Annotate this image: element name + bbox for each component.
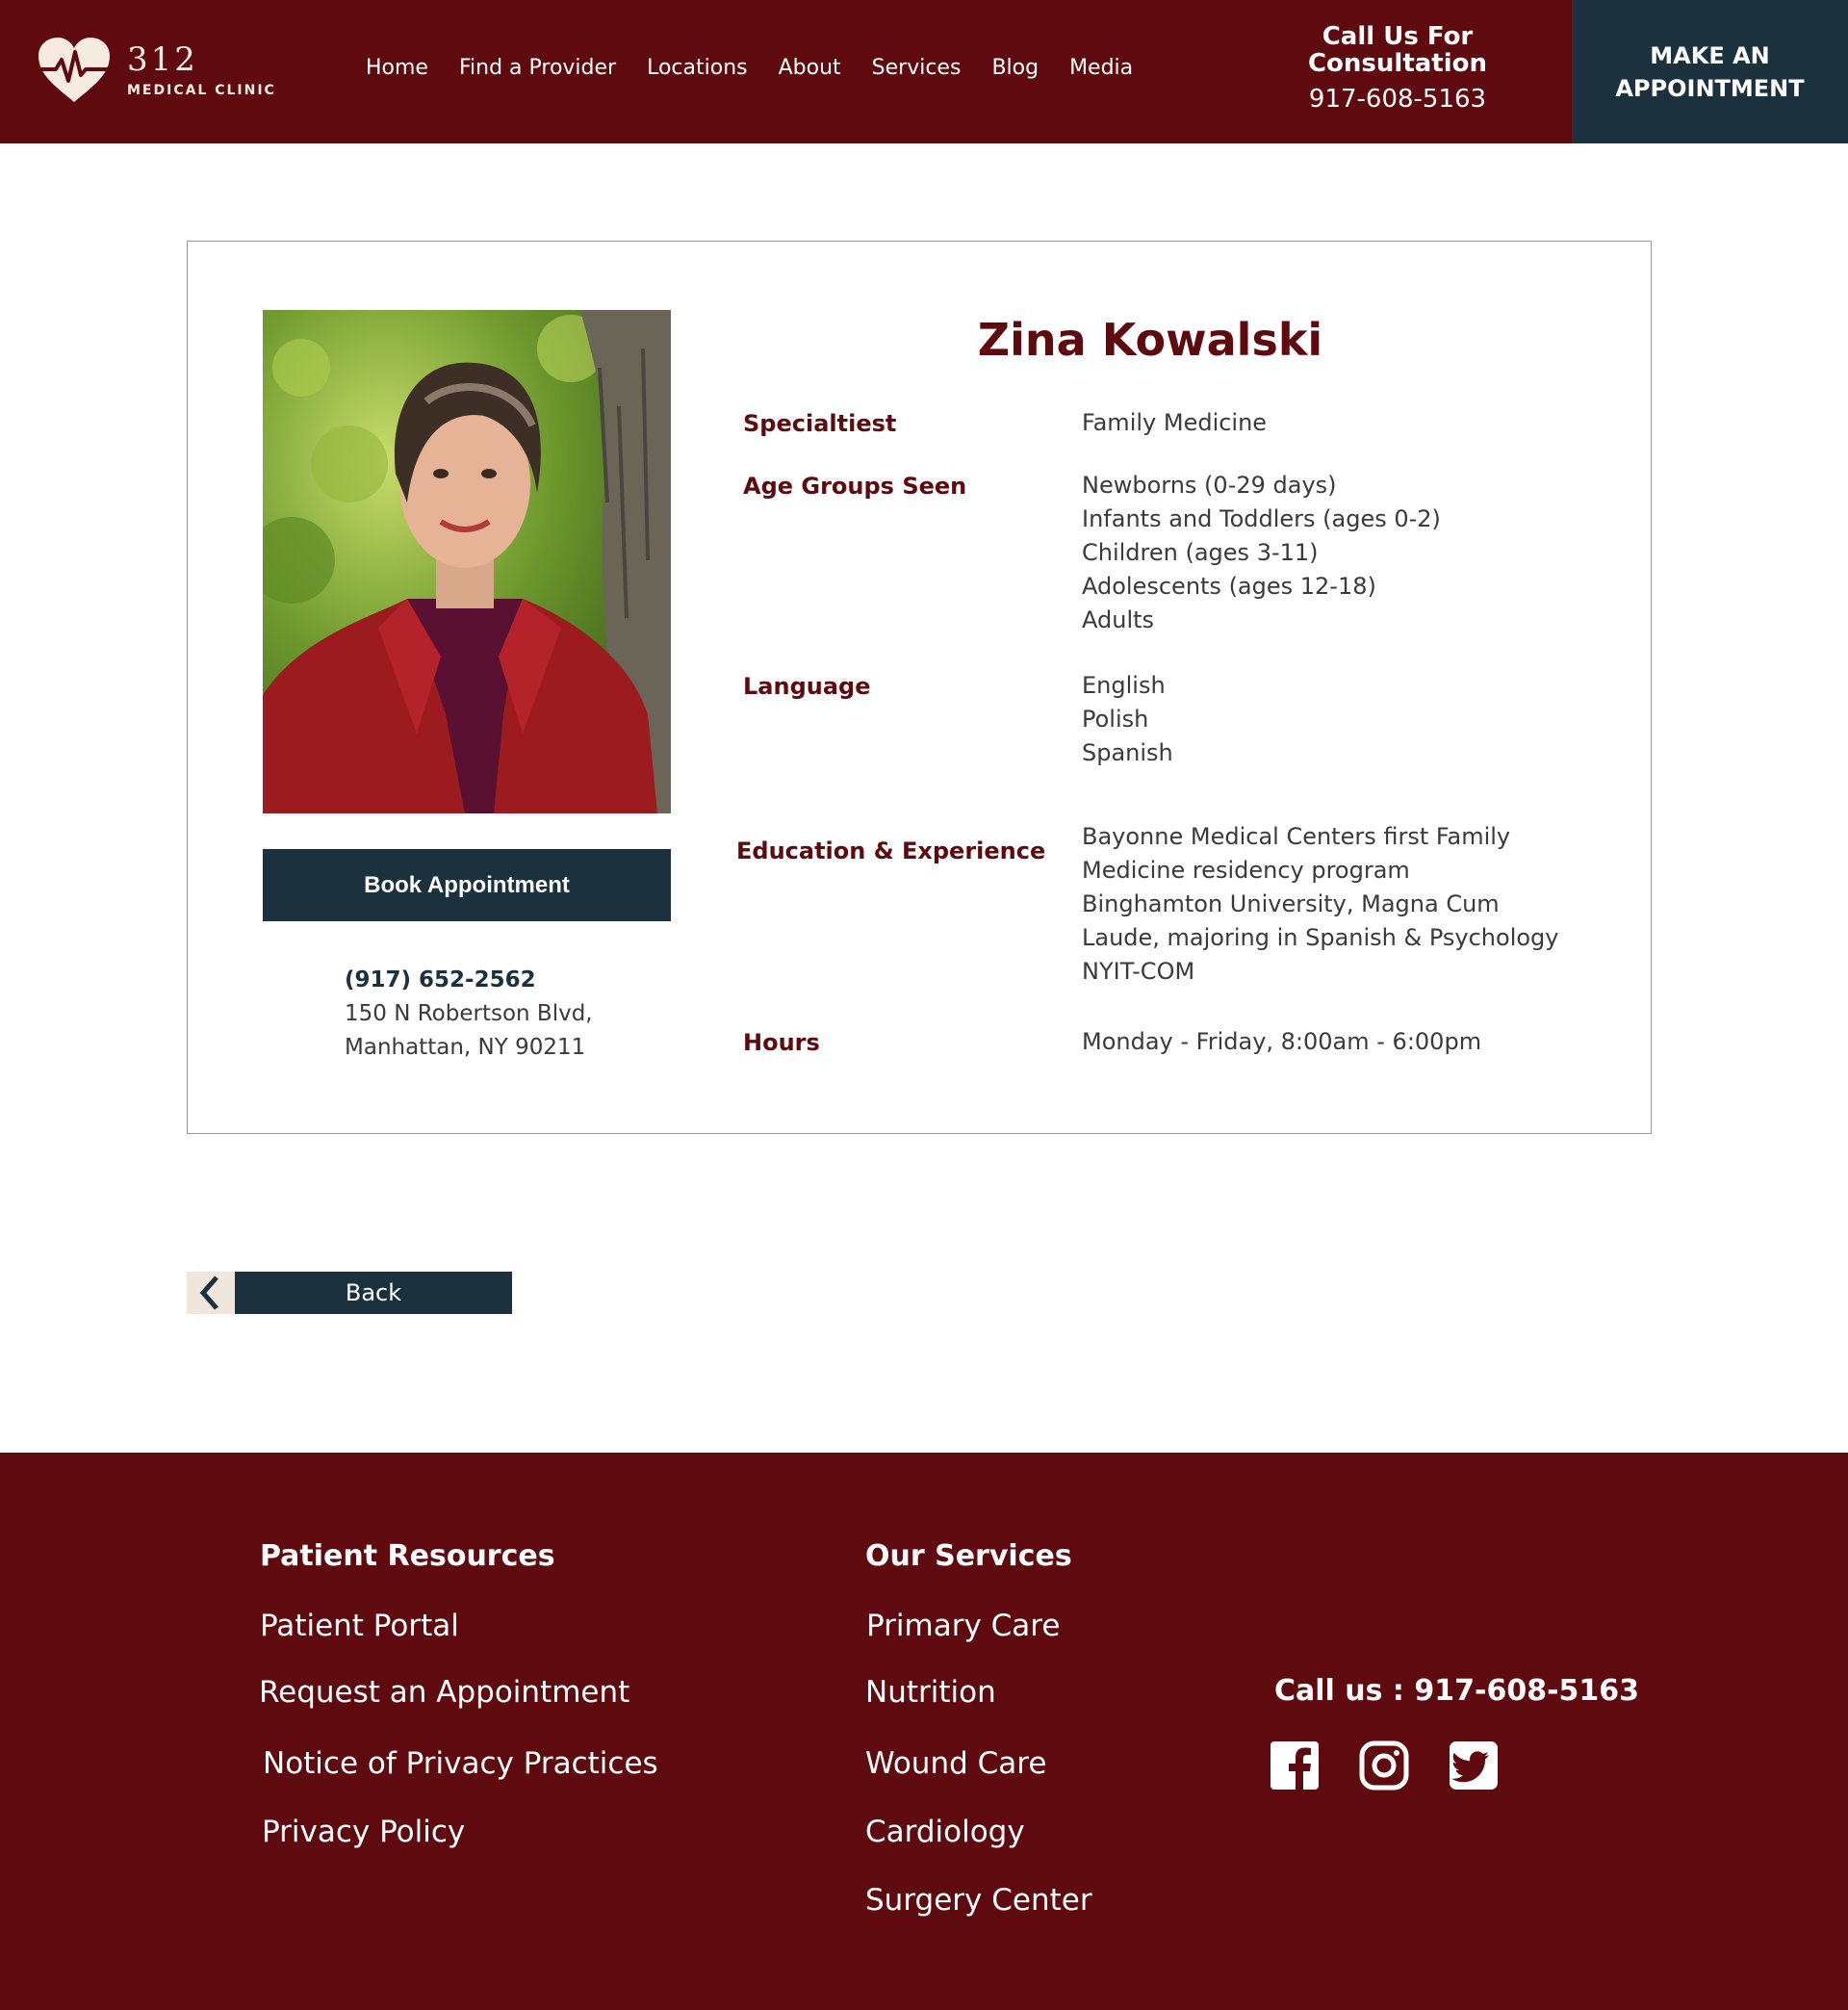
site-footer: Patient Resources Patient Portal Request…: [0, 1453, 1848, 2010]
provider-contact: (917) 652-2562 150 N Robertson Blvd, Man…: [345, 964, 593, 1065]
our-services-title: Our Services: [865, 1539, 1072, 1573]
age-group-item: Infants and Toddlers (ages 0-2): [1082, 505, 1441, 532]
hours-value: Monday - Friday, 8:00am - 6:00pm: [1082, 1025, 1481, 1059]
footer-link-wound-care[interactable]: Wound Care: [865, 1746, 1046, 1781]
provider-name: Zina Kowalski: [977, 314, 1323, 366]
language-item: Polish: [1082, 706, 1149, 733]
footer-link-request-appointment[interactable]: Request an Appointment: [259, 1675, 629, 1710]
nav-home[interactable]: Home: [366, 56, 428, 80]
education-label: Education & Experience: [736, 838, 1046, 864]
clinic-logo[interactable]: 312 MEDICAL CLINIC: [37, 37, 276, 104]
instagram-icon[interactable]: [1359, 1740, 1409, 1791]
book-appointment-button[interactable]: Book Appointment: [263, 849, 671, 921]
call-phone[interactable]: 917-608-5163: [1251, 85, 1544, 114]
language-item: Spanish: [1082, 739, 1173, 766]
provider-phone[interactable]: (917) 652-2562: [345, 964, 593, 997]
education-line: Medicine residency program: [1082, 857, 1410, 884]
nav-find-provider[interactable]: Find a Provider: [459, 56, 616, 80]
appointment-line-2: APPOINTMENT: [1615, 74, 1805, 102]
footer-call[interactable]: Call us : 917-608-5163: [1274, 1674, 1639, 1708]
footer-link-patient-portal[interactable]: Patient Portal: [260, 1609, 459, 1643]
education-line: Bayonne Medical Centers first Family: [1082, 823, 1511, 850]
address-line-1: 150 N Robertson Blvd,: [345, 1001, 593, 1026]
footer-link-privacy-practices[interactable]: Notice of Privacy Practices: [263, 1746, 658, 1781]
education-line: Binghamton University, Magna Cum: [1082, 890, 1500, 917]
nav-locations[interactable]: Locations: [647, 56, 748, 80]
age-group-item: Children (ages 3-11): [1082, 539, 1319, 566]
call-title-line-2: Consultation: [1307, 49, 1488, 78]
patient-resources-title: Patient Resources: [260, 1539, 555, 1573]
nav-blog[interactable]: Blog: [991, 56, 1039, 80]
hours-label: Hours: [743, 1029, 820, 1056]
age-group-item: Adolescents (ages 12-18): [1082, 573, 1376, 600]
provider-photo: [263, 310, 671, 813]
footer-link-surgery-center[interactable]: Surgery Center: [865, 1883, 1092, 1918]
education-line: Laude, majoring in Spanish & Psychology: [1082, 924, 1559, 951]
language-item: English: [1082, 672, 1166, 699]
footer-link-cardiology[interactable]: Cardiology: [865, 1815, 1025, 1849]
heart-pulse-logo-icon: [38, 38, 110, 102]
footer-link-nutrition[interactable]: Nutrition: [865, 1675, 996, 1710]
logo-subtitle: MEDICAL CLINIC: [127, 83, 276, 98]
logo-number: 312: [127, 40, 198, 79]
hours-text: Monday - Friday, 8:00am - 6:00pm: [1082, 1028, 1482, 1055]
address-line-2: Manhattan, NY 90211: [345, 1035, 586, 1060]
specialty-label: Specialtiest: [743, 410, 897, 437]
back-button[interactable]: Back: [187, 1272, 512, 1314]
main-nav: Home Find a Provider Locations About Ser…: [366, 56, 1164, 80]
language-label: Language: [743, 673, 871, 700]
nav-media[interactable]: Media: [1069, 56, 1133, 80]
appointment-line-1: MAKE AN: [1650, 41, 1770, 69]
call-title-line-1: Call Us For: [1322, 22, 1474, 51]
education-line: NYIT-COM: [1082, 958, 1195, 985]
consultation-call: Call Us For Consultation 917-608-5163: [1251, 23, 1544, 114]
make-appointment-button[interactable]: MAKE AN APPOINTMENT: [1572, 0, 1848, 143]
specialty-text: Family Medicine: [1082, 409, 1268, 436]
age-groups-list: Newborns (0-29 days) Infants and Toddler…: [1082, 469, 1441, 637]
age-groups-label: Age Groups Seen: [743, 473, 967, 500]
site-header: 312 MEDICAL CLINIC Home Find a Provider …: [0, 0, 1848, 143]
back-label: Back: [235, 1272, 512, 1314]
twitter-icon[interactable]: [1449, 1740, 1499, 1791]
footer-link-primary-care[interactable]: Primary Care: [866, 1609, 1060, 1643]
chevron-left-icon: [187, 1272, 235, 1314]
facebook-icon[interactable]: [1270, 1740, 1320, 1791]
age-group-item: Adults: [1082, 606, 1155, 633]
footer-link-privacy-policy[interactable]: Privacy Policy: [262, 1815, 465, 1849]
age-group-item: Newborns (0-29 days): [1082, 472, 1337, 499]
specialty-value: Family Medicine: [1082, 406, 1267, 440]
nav-about[interactable]: About: [779, 56, 841, 80]
education-list: Bayonne Medical Centers first Family Med…: [1082, 820, 1558, 989]
nav-services[interactable]: Services: [872, 56, 962, 80]
provider-card: Book Appointment (917) 652-2562 150 N Ro…: [187, 241, 1652, 1134]
language-list: English Polish Spanish: [1082, 669, 1173, 770]
